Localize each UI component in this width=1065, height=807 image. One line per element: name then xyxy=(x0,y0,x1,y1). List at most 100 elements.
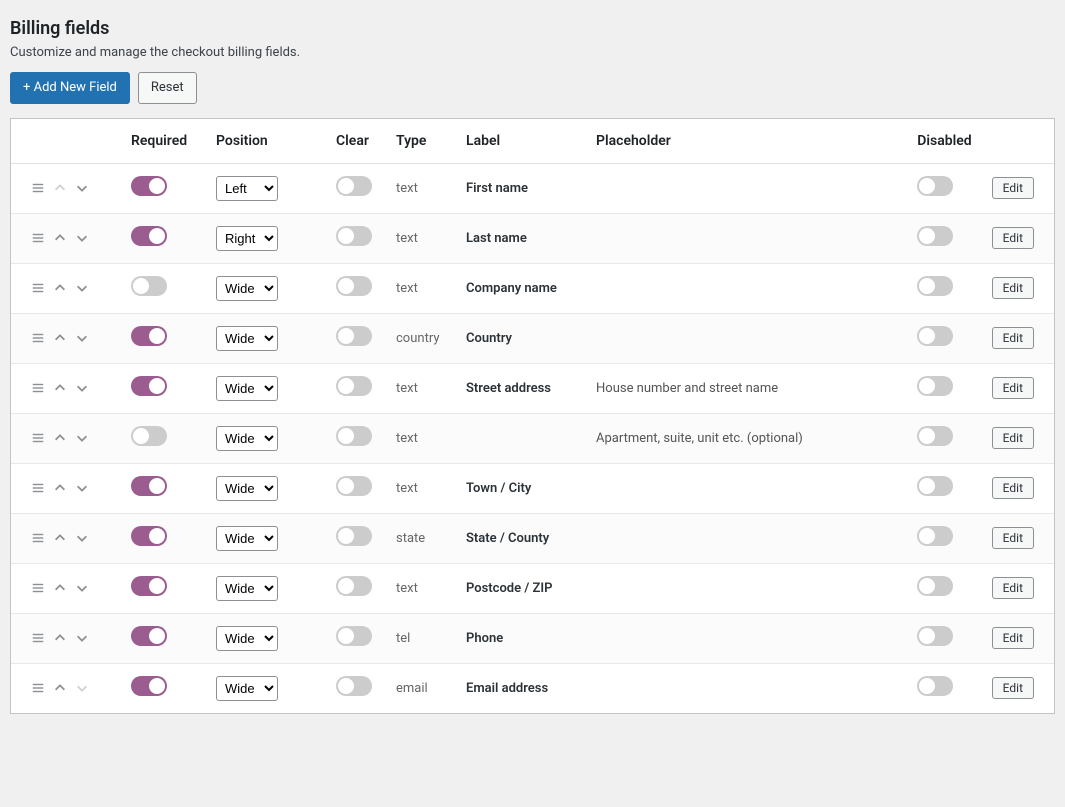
edit-button[interactable]: Edit xyxy=(992,527,1034,549)
drag-handle-icon[interactable] xyxy=(31,681,45,695)
move-down-icon[interactable] xyxy=(75,181,89,195)
position-select[interactable]: LeftRightWide xyxy=(216,526,278,551)
table-row: LeftRightWidetextPostcode / ZIPEdit xyxy=(11,563,1054,613)
table-row: LeftRightWidetextTown / CityEdit xyxy=(11,463,1054,513)
field-label: First name xyxy=(466,181,528,196)
field-label: Phone xyxy=(466,631,503,646)
move-down-icon[interactable] xyxy=(75,331,89,345)
edit-button[interactable]: Edit xyxy=(992,577,1034,599)
col-header-position: Position xyxy=(206,119,326,164)
disabled-toggle[interactable] xyxy=(917,526,953,546)
move-down-icon[interactable] xyxy=(75,431,89,445)
clear-toggle[interactable] xyxy=(336,476,372,496)
edit-button[interactable]: Edit xyxy=(992,327,1034,349)
required-toggle[interactable] xyxy=(131,476,167,496)
required-toggle[interactable] xyxy=(131,276,167,296)
edit-button[interactable]: Edit xyxy=(992,177,1034,199)
position-select[interactable]: LeftRightWide xyxy=(216,426,278,451)
drag-handle-icon[interactable] xyxy=(31,231,45,245)
move-up-icon[interactable] xyxy=(53,531,67,545)
position-select[interactable]: LeftRightWide xyxy=(216,376,278,401)
move-up-icon[interactable] xyxy=(53,581,67,595)
disabled-toggle[interactable] xyxy=(917,426,953,446)
position-select[interactable]: LeftRightWide xyxy=(216,226,278,251)
position-select[interactable]: LeftRightWide xyxy=(216,326,278,351)
drag-handle-icon[interactable] xyxy=(31,381,45,395)
required-toggle[interactable] xyxy=(131,426,167,446)
disabled-toggle[interactable] xyxy=(917,476,953,496)
move-down-icon[interactable] xyxy=(75,231,89,245)
position-select[interactable]: LeftRightWide xyxy=(216,176,278,201)
disabled-toggle[interactable] xyxy=(917,326,953,346)
edit-button[interactable]: Edit xyxy=(992,377,1034,399)
clear-toggle[interactable] xyxy=(336,576,372,596)
disabled-toggle[interactable] xyxy=(917,676,953,696)
move-up-icon[interactable] xyxy=(53,481,67,495)
edit-button[interactable]: Edit xyxy=(992,227,1034,249)
move-up-icon[interactable] xyxy=(53,231,67,245)
edit-button[interactable]: Edit xyxy=(992,477,1034,499)
required-toggle[interactable] xyxy=(131,226,167,246)
move-down-icon[interactable] xyxy=(75,381,89,395)
move-up-icon xyxy=(53,181,67,195)
field-type: text xyxy=(396,581,418,596)
clear-toggle[interactable] xyxy=(336,526,372,546)
drag-handle-icon[interactable] xyxy=(31,431,45,445)
move-up-icon[interactable] xyxy=(53,381,67,395)
position-select[interactable]: LeftRightWide xyxy=(216,576,278,601)
drag-handle-icon[interactable] xyxy=(31,531,45,545)
drag-handle-icon[interactable] xyxy=(31,331,45,345)
move-down-icon[interactable] xyxy=(75,631,89,645)
move-down-icon xyxy=(75,681,89,695)
move-up-icon[interactable] xyxy=(53,331,67,345)
clear-toggle[interactable] xyxy=(336,376,372,396)
clear-toggle[interactable] xyxy=(336,176,372,196)
move-up-icon[interactable] xyxy=(53,281,67,295)
drag-handle-icon[interactable] xyxy=(31,281,45,295)
clear-toggle[interactable] xyxy=(336,326,372,346)
move-down-icon[interactable] xyxy=(75,581,89,595)
add-new-field-button[interactable]: + Add New Field xyxy=(10,72,130,104)
position-select[interactable]: LeftRightWide xyxy=(216,676,278,701)
position-select[interactable]: LeftRightWide xyxy=(216,476,278,501)
required-toggle[interactable] xyxy=(131,526,167,546)
required-toggle[interactable] xyxy=(131,176,167,196)
required-toggle[interactable] xyxy=(131,376,167,396)
clear-toggle[interactable] xyxy=(336,626,372,646)
required-toggle[interactable] xyxy=(131,626,167,646)
required-toggle[interactable] xyxy=(131,676,167,696)
move-down-icon[interactable] xyxy=(75,481,89,495)
disabled-toggle[interactable] xyxy=(917,626,953,646)
drag-handle-icon[interactable] xyxy=(31,581,45,595)
position-select[interactable]: LeftRightWide xyxy=(216,626,278,651)
drag-handle-icon[interactable] xyxy=(31,481,45,495)
edit-button[interactable]: Edit xyxy=(992,427,1034,449)
move-down-icon[interactable] xyxy=(75,531,89,545)
position-select[interactable]: LeftRightWide xyxy=(216,276,278,301)
move-down-icon[interactable] xyxy=(75,281,89,295)
disabled-toggle[interactable] xyxy=(917,576,953,596)
drag-handle-icon[interactable] xyxy=(31,631,45,645)
move-up-icon[interactable] xyxy=(53,431,67,445)
reset-button[interactable]: Reset xyxy=(138,72,197,104)
field-type: text xyxy=(396,181,418,196)
disabled-toggle[interactable] xyxy=(917,176,953,196)
edit-button[interactable]: Edit xyxy=(992,627,1034,649)
page-subtitle: Customize and manage the checkout billin… xyxy=(10,45,1055,60)
clear-toggle[interactable] xyxy=(336,676,372,696)
field-type: country xyxy=(396,331,440,346)
disabled-toggle[interactable] xyxy=(917,276,953,296)
move-up-icon[interactable] xyxy=(53,681,67,695)
clear-toggle[interactable] xyxy=(336,426,372,446)
disabled-toggle[interactable] xyxy=(917,226,953,246)
required-toggle[interactable] xyxy=(131,326,167,346)
field-type: text xyxy=(396,481,418,496)
clear-toggle[interactable] xyxy=(336,226,372,246)
edit-button[interactable]: Edit xyxy=(992,677,1034,699)
disabled-toggle[interactable] xyxy=(917,376,953,396)
move-up-icon[interactable] xyxy=(53,631,67,645)
required-toggle[interactable] xyxy=(131,576,167,596)
edit-button[interactable]: Edit xyxy=(992,277,1034,299)
drag-handle-icon[interactable] xyxy=(31,181,45,195)
clear-toggle[interactable] xyxy=(336,276,372,296)
